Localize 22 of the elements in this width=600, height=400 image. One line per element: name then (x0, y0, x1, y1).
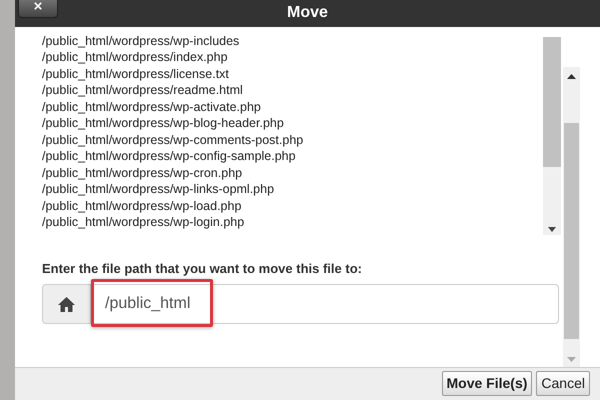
file-path[interactable]: /public_html/wordpress/wp-includes (42, 32, 543, 50)
file-path[interactable]: /public_html/wordpress/wp-blog-header.php (42, 115, 543, 132)
file-path[interactable]: /public_html/wordpress/index.php (42, 49, 543, 66)
dialog-title: Move (287, 3, 328, 24)
path-label: Enter the file path that you want to move this file to: (42, 260, 363, 278)
file-path[interactable]: /public_html/wordpress/wp-login.php (42, 214, 543, 231)
scroll-up-icon[interactable] (567, 74, 576, 79)
file-path[interactable]: /public_html/wordpress/license.txt (42, 66, 543, 82)
close-button[interactable]: × (18, 0, 58, 18)
scroll-down-icon[interactable] (548, 226, 556, 232)
file-path[interactable]: /public_html/wordpress/wp-links-opml.php (42, 181, 543, 198)
list-scrollbar[interactable] (543, 36, 561, 235)
file-path[interactable]: /public_html/wordpress/wp-config-sample.php (42, 148, 543, 165)
file-path[interactable]: /public_html/wordpress/wp-cron.php (42, 164, 543, 182)
file-path[interactable]: /public_html/wordpress/readme.html (42, 82, 543, 99)
home-icon (58, 296, 75, 312)
move-button[interactable]: Move File(s) (442, 371, 532, 396)
dialog-scrollbar[interactable] (563, 66, 580, 367)
file-path[interactable]: /public_html/wordpress/wp-load.php (42, 198, 543, 214)
cancel-button[interactable]: Cancel (536, 371, 590, 396)
file-path[interactable]: /public_html/wordpress/wp-comments-post.php (42, 132, 543, 148)
file-path[interactable]: /public_html/wordpress/wp-activate.php (42, 98, 543, 116)
